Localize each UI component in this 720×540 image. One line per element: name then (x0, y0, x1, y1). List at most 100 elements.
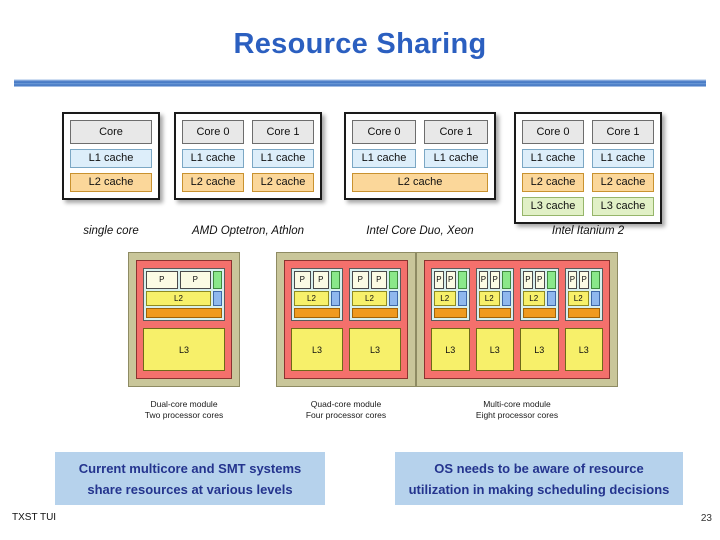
l1-block: L1 cache (424, 149, 488, 168)
l2-row: L2 (352, 291, 398, 306)
processor-block: P (146, 271, 178, 289)
orange-bar (523, 308, 556, 318)
module-caption-line2: Eight processor cores (475, 410, 559, 420)
processor-pair: PP (352, 271, 398, 289)
footer-band (0, 505, 720, 540)
core-column: Core 0 L1 cache L2 cache L3 cache (522, 120, 584, 216)
core-column: Core 1 L1 cache L2 cache (252, 120, 314, 192)
l2-block: L2 (294, 291, 329, 306)
l1-block: L1 cache (592, 149, 654, 168)
l2-row: L2 (523, 291, 556, 306)
core-unit: P P L2 (520, 268, 559, 321)
core-columns: Core L1 cache L2 cache (70, 120, 152, 192)
l3-block: L3 cache (592, 197, 654, 216)
green-bar (591, 271, 600, 289)
cache-diagram-2: Core 0 L1 cache Core 1 L1 cache L2 cache (344, 112, 496, 200)
processor-block: P (312, 271, 329, 289)
cache-diagram-caption: AMD Optetron, Athlon (191, 225, 305, 237)
cache-diagram-caption: Intel Core Duo, Xeon (366, 225, 474, 237)
core-column: Core 1 L1 cache (424, 120, 488, 168)
l2-block: L2 cache (592, 173, 654, 192)
core-block: Core 1 (592, 120, 654, 144)
core-unit: P P L2 (564, 268, 603, 321)
l2-block: L2 cache (182, 173, 244, 192)
l1-block: L1 cache (182, 149, 244, 168)
green-bar (546, 271, 556, 289)
core-columns: Core 0 L1 cache Core 1 L1 cache (352, 120, 488, 168)
l2-row: L2 (146, 291, 222, 306)
blue-bar (389, 291, 398, 306)
l1-block: L1 cache (522, 149, 584, 168)
orange-bar (434, 308, 467, 318)
green-bar (331, 271, 340, 289)
l2-block: L2 (523, 291, 545, 306)
core-column: Core 0 L1 cache (352, 120, 416, 168)
orange-bar (478, 308, 511, 318)
blue-bar (591, 291, 600, 306)
processor-block: P (352, 271, 369, 289)
core-column: Core L1 cache L2 cache (70, 120, 152, 192)
l3-block: L3 cache (522, 197, 584, 216)
module-diagram-row: P P L2 L3 Dual-core module Two processor core… (128, 252, 618, 420)
blue-bar (457, 291, 467, 306)
processor-pair: PP (434, 271, 467, 289)
module-caption: Quad-core module Four processor cores (276, 399, 416, 421)
processor-block: P (370, 271, 387, 289)
l2-block: L2 (478, 291, 500, 306)
cache-diagram-0: Core L1 cache L2 cache (62, 112, 160, 200)
core-column: Core 0 L1 cache L2 cache (182, 120, 244, 192)
l2-block: L2 (146, 291, 211, 306)
core-unit: P P L2 (431, 268, 470, 321)
processor-block: P (294, 271, 311, 289)
cache-diagram-3: Core 0 L1 cache L2 cache L3 cache Core 1 L1 c… (514, 112, 662, 224)
processor-block: P (179, 271, 211, 289)
core-columns: Core 0 L1 cache L2 cache L3 cache Core 1 L1 c… (522, 120, 654, 216)
module-caption-line2: Two processor cores (144, 410, 224, 420)
l2-block: L2 (352, 291, 387, 306)
core-unit: P P L2 (475, 268, 514, 321)
core-unit: P P L2 (143, 268, 225, 321)
module-caption-line1: Multi-core module (483, 399, 551, 409)
module-caption-line1: Quad-core module (310, 399, 382, 409)
processor-block: P (445, 271, 456, 289)
core-block: Core 1 (424, 120, 488, 144)
core-block: Core 0 (182, 120, 244, 144)
l3-block: L3 (520, 328, 559, 371)
l3-row: L3 L3 L3 L3 (431, 328, 603, 371)
cache-diagram-caption: Intel Itanium 2 (551, 225, 625, 237)
l3-block: L3 (143, 328, 225, 371)
footer-label: TXST TUI (12, 512, 57, 523)
l2-row: L2 (294, 291, 340, 306)
core-block: Core 1 (252, 120, 314, 144)
l2-block: L2 (434, 291, 456, 306)
processor-block: P (478, 271, 489, 289)
module-caption: Multi-core module Eight processor cores (416, 399, 618, 421)
core-unit: P P L2 (349, 268, 401, 321)
page-title: Resource Sharing (233, 28, 487, 60)
processor-pair: PP (523, 271, 556, 289)
core-block: Core 0 (522, 120, 584, 144)
l1-block: L1 cache (252, 149, 314, 168)
blue-bar (331, 291, 340, 306)
module-diagram-2: P P L2 P P L2 P P L2 P P L2 L3 L3 L3 L3 (416, 252, 618, 387)
green-bar (213, 271, 222, 289)
green-bar (502, 271, 511, 289)
blue-bar (546, 291, 556, 306)
l3-block: L3 (475, 328, 514, 371)
processor-pair: PP (478, 271, 511, 289)
l3-row: L3 L3 (291, 328, 401, 371)
cache-hierarchy-diagram-row: Core L1 cache L2 cache single core Core 0 L1 … (62, 112, 662, 240)
die-area: P P L2 L3 (136, 260, 232, 379)
core-unit-row: P P L2 (143, 268, 225, 321)
l2-block: L2 cache (522, 173, 584, 192)
orange-bar (294, 308, 340, 318)
processor-pair: PP (146, 271, 222, 289)
module-caption: Dual-core module Two processor cores (128, 399, 240, 421)
l2-row: L2 (434, 291, 467, 306)
shared-l2-block: L2 cache (352, 173, 488, 192)
orange-bar (567, 308, 600, 318)
l1-block: L1 cache (352, 149, 416, 168)
orange-bar (146, 308, 222, 318)
orange-bar (352, 308, 398, 318)
blue-bar (213, 291, 222, 306)
